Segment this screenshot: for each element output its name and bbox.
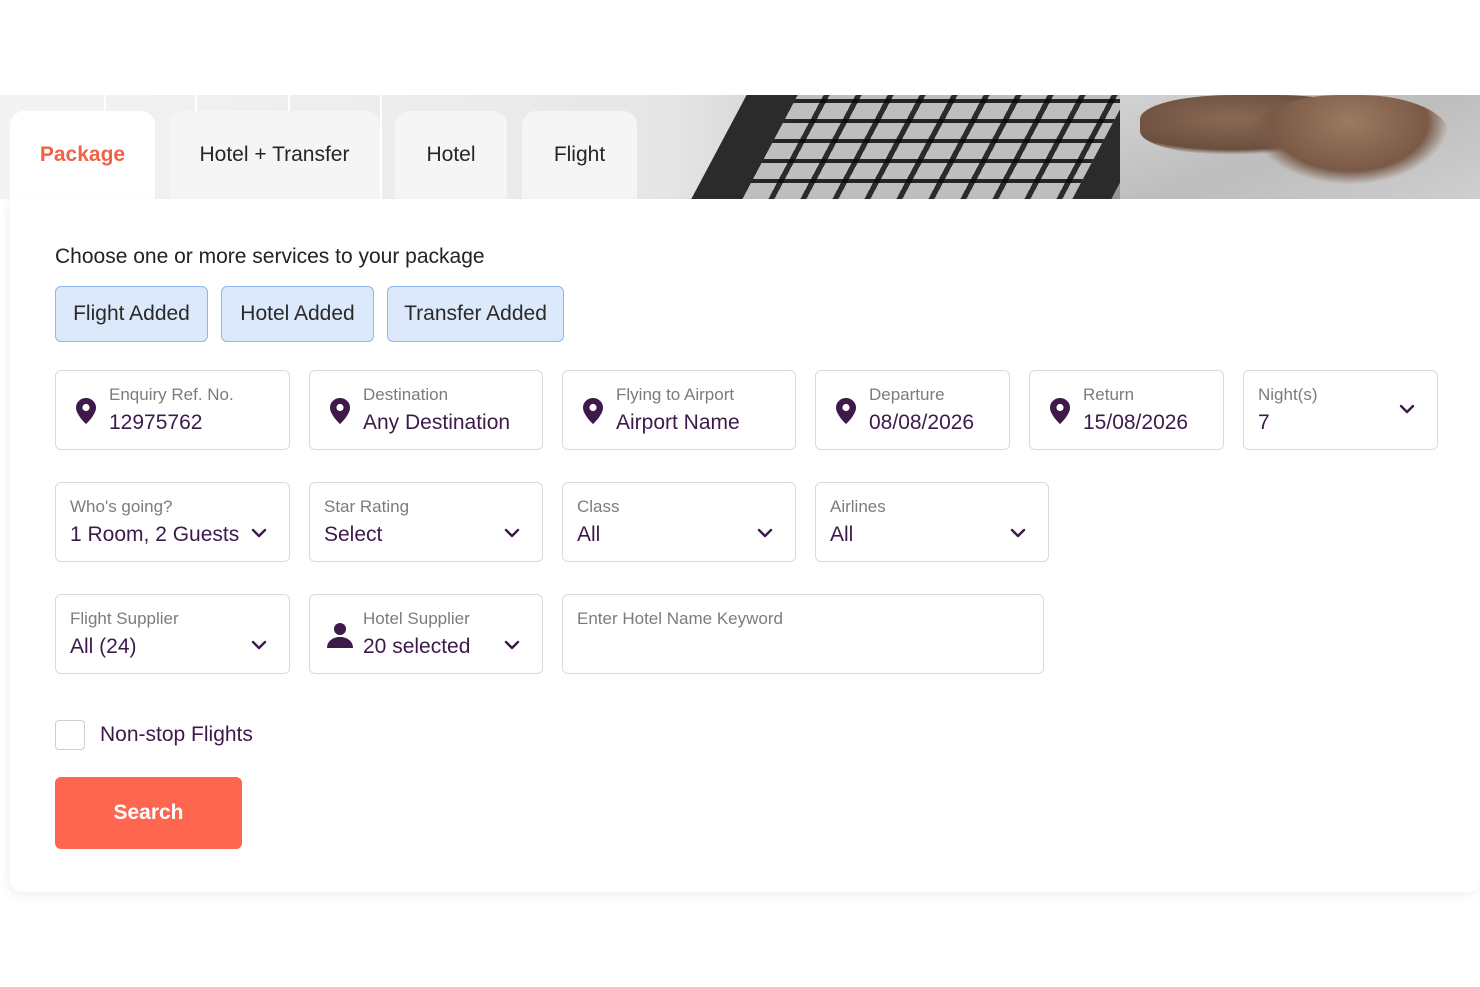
field-label: Departure xyxy=(869,385,945,404)
location-pin-icon xyxy=(330,398,350,424)
field-label: Hotel Supplier xyxy=(363,609,470,628)
chevron-down-icon xyxy=(504,640,520,650)
services-title: Choose one or more services to your pack… xyxy=(55,245,485,268)
location-pin-icon xyxy=(76,398,96,424)
tab-hotel-transfer[interactable]: Hotel + Transfer xyxy=(169,111,380,199)
field-label: Airlines xyxy=(830,497,886,516)
location-pin-icon xyxy=(836,398,856,424)
chevron-down-icon xyxy=(251,528,267,538)
chip-label: Transfer Added xyxy=(404,302,547,325)
location-pin-icon xyxy=(1050,398,1070,424)
enquiry-ref-field[interactable]: Enquiry Ref. No. 12975762 xyxy=(55,370,290,450)
field-value: Select xyxy=(324,523,383,546)
field-value: 20 selected xyxy=(363,635,471,658)
location-pin-icon xyxy=(583,398,603,424)
field-value: 12975762 xyxy=(109,411,203,434)
tab-label: Flight xyxy=(553,143,606,166)
tab-package[interactable]: Package xyxy=(10,111,155,199)
field-label: Destination xyxy=(363,385,449,404)
flight-supplier-dropdown[interactable]: Flight Supplier All (24) xyxy=(55,594,290,674)
field-value: All xyxy=(830,523,854,546)
tab-hotel[interactable]: Hotel xyxy=(395,111,507,199)
field-value: Any Destination xyxy=(363,411,511,434)
flight-added-chip[interactable]: Flight Added xyxy=(55,286,208,342)
nonstop-flights-label[interactable]: Non-stop Flights xyxy=(100,723,253,747)
tab-label: Hotel + Transfer xyxy=(199,143,350,166)
chevron-down-icon xyxy=(1399,404,1415,414)
nights-dropdown[interactable]: Night(s) 7 xyxy=(1243,370,1438,450)
hotel-supplier-dropdown[interactable]: Hotel Supplier 20 selected xyxy=(309,594,543,674)
chip-label: Hotel Added xyxy=(240,302,355,325)
field-label: Return xyxy=(1083,385,1135,404)
field-value: 7 xyxy=(1258,411,1270,434)
chevron-down-icon xyxy=(504,528,520,538)
departure-date-field[interactable]: Departure 08/08/2026 xyxy=(815,370,1010,450)
return-date-field[interactable]: Return 15/08/2026 xyxy=(1029,370,1224,450)
field-value: 08/08/2026 xyxy=(869,411,975,434)
whos-going-dropdown[interactable]: Who's going? 1 Room, 2 Guests xyxy=(55,482,290,562)
field-label: Enquiry Ref. No. xyxy=(109,385,234,404)
person-icon xyxy=(327,623,353,648)
hotel-name-keyword-input[interactable]: Enter Hotel Name Keyword xyxy=(562,594,1044,674)
nonstop-flights-checkbox[interactable] xyxy=(55,720,85,750)
field-value: Airport Name xyxy=(616,411,740,434)
input-placeholder: Enter Hotel Name Keyword xyxy=(577,609,783,628)
tab-label: Package xyxy=(39,143,126,166)
flying-to-airport-field[interactable]: Flying to Airport Airport Name xyxy=(562,370,796,450)
field-value: All (24) xyxy=(70,635,137,658)
search-button[interactable]: Search xyxy=(55,777,242,849)
airlines-dropdown[interactable]: Airlines All xyxy=(815,482,1049,562)
star-rating-dropdown[interactable]: Star Rating Select xyxy=(309,482,543,562)
chevron-down-icon xyxy=(757,528,773,538)
field-value: 1 Room, 2 Guests xyxy=(70,523,240,546)
field-value: All xyxy=(577,523,601,546)
chip-label: Flight Added xyxy=(73,302,190,325)
field-label: Star Rating xyxy=(324,497,410,516)
field-label: Night(s) xyxy=(1258,385,1318,404)
field-value: 15/08/2026 xyxy=(1083,411,1189,434)
tab-flight[interactable]: Flight xyxy=(522,111,637,199)
field-label: Flight Supplier xyxy=(70,609,179,628)
chevron-down-icon xyxy=(1010,528,1026,538)
transfer-added-chip[interactable]: Transfer Added xyxy=(387,286,564,342)
tab-label: Hotel xyxy=(426,143,476,166)
field-label: Flying to Airport xyxy=(616,385,735,404)
field-label: Who's going? xyxy=(70,497,173,516)
field-label: Class xyxy=(577,497,620,516)
search-button-label: Search xyxy=(113,801,184,824)
destination-field[interactable]: Destination Any Destination xyxy=(309,370,543,450)
hotel-added-chip[interactable]: Hotel Added xyxy=(221,286,374,342)
chevron-down-icon xyxy=(251,640,267,650)
class-dropdown[interactable]: Class All xyxy=(562,482,796,562)
